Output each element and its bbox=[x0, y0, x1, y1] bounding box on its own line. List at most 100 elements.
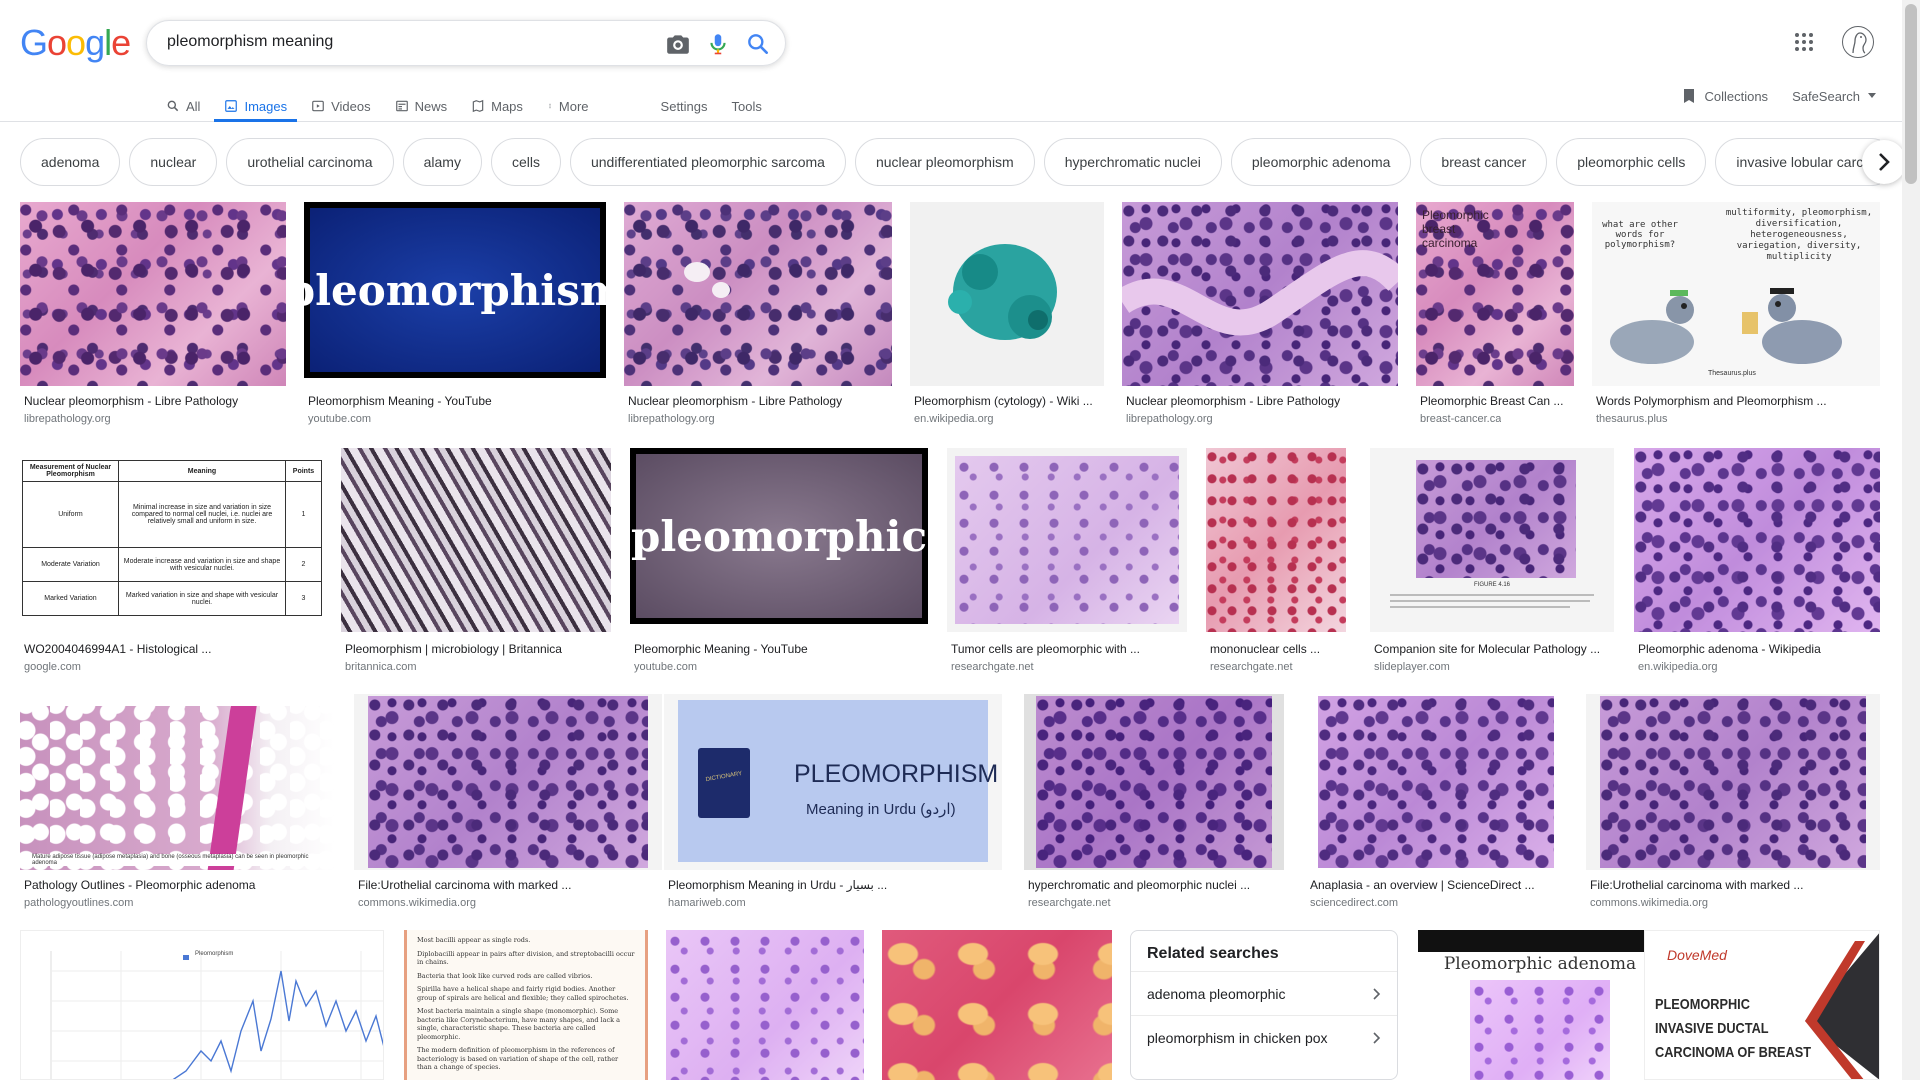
image-result[interactable]: hyperchromatic and pleomorphic nuclei ..… bbox=[1024, 694, 1284, 914]
chip[interactable]: nuclear bbox=[129, 138, 218, 186]
table-cell: 1 bbox=[285, 481, 322, 548]
image-result[interactable]: Pleomorphic breast carcinoma Pleomorphic… bbox=[1416, 202, 1574, 428]
result-title: Nuclear pleomorphism - Libre Pathology bbox=[1126, 394, 1341, 408]
result-title: File:Urothelial carcinoma with marked ..… bbox=[358, 878, 572, 892]
result-thumbnail bbox=[624, 202, 892, 386]
thumb-small-text: Meaning in Urdu (اردو) bbox=[806, 801, 956, 818]
account-avatar[interactable] bbox=[1842, 26, 1874, 58]
safesearch-button[interactable]: SafeSearch bbox=[1792, 89, 1876, 104]
thumb-paragraph: Most bacteria maintain a single shape (m… bbox=[417, 1007, 621, 1041]
image-result[interactable]: File:Urothelial carcinoma with marked ..… bbox=[354, 694, 662, 914]
image-result[interactable]: Nuclear pleomorphism - Libre Pathology l… bbox=[624, 202, 892, 428]
image-result[interactable]: Pleomorphism (cytology) - Wiki ... en.wi… bbox=[910, 202, 1104, 428]
chip[interactable]: pleomorphic adenoma bbox=[1230, 138, 1412, 186]
search-box bbox=[146, 20, 786, 66]
dovemed-graphic bbox=[1805, 933, 1879, 1079]
settings-label: Settings bbox=[660, 98, 708, 114]
image-result[interactable]: FIGURE 4.16 Companion site for Molecular… bbox=[1370, 448, 1614, 676]
image-result[interactable]: DICTIONARY PLEOMORPHISM Meaning in Urdu … bbox=[664, 694, 1002, 914]
chip[interactable]: pleomorphic cells bbox=[1556, 138, 1707, 186]
chip[interactable]: adenoma bbox=[20, 138, 121, 186]
tab-more[interactable]: More bbox=[547, 86, 589, 122]
chips-next-button[interactable] bbox=[1862, 140, 1906, 184]
image-result[interactable]: Pleomorphism | microbiology | Britannica… bbox=[341, 448, 611, 676]
result-source: hamariweb.com bbox=[668, 897, 746, 909]
page-scrollbar[interactable] bbox=[1902, 0, 1920, 1080]
tab-news[interactable]: News bbox=[395, 86, 447, 122]
image-result[interactable]: Tumor cells are pleomorphic with ... res… bbox=[947, 448, 1187, 676]
image-result[interactable]: Anaplasia - an overview | ScienceDirect … bbox=[1306, 694, 1566, 914]
table-cell: 2 bbox=[285, 547, 322, 582]
result-title: mononuclear cells ... bbox=[1210, 642, 1321, 656]
result-source: commons.wikimedia.org bbox=[358, 897, 476, 909]
tab-images[interactable]: Images bbox=[214, 86, 297, 122]
book-icon: DICTIONARY bbox=[698, 748, 750, 818]
collections-button[interactable]: Collections bbox=[1682, 88, 1768, 104]
image-result[interactable]: Nuclear pleomorphism - Libre Pathology l… bbox=[1122, 202, 1398, 428]
result-source: youtube.com bbox=[634, 661, 697, 673]
news-icon bbox=[395, 100, 408, 112]
tab-maps[interactable]: Maps bbox=[471, 86, 523, 122]
more-vert-icon bbox=[549, 103, 551, 109]
mic-icon[interactable] bbox=[705, 31, 731, 57]
image-result[interactable]: Mature adipose tissue (adipose metaplasi… bbox=[20, 694, 334, 914]
table-cell: Moderate Variation bbox=[22, 547, 119, 582]
related-search-label: pleomorphism in chicken pox bbox=[1147, 1029, 1328, 1046]
result-title: Pleomorphism Meaning in Urdu - بسیار ... bbox=[668, 878, 888, 892]
image-result[interactable]: Pleomorphic adenoma bbox=[1418, 930, 1662, 1080]
image-result[interactable] bbox=[666, 930, 864, 1080]
image-result[interactable]: pleomorphism Pleomorphism Meaning - YouT… bbox=[304, 202, 606, 428]
tab-label: All bbox=[186, 98, 201, 114]
image-result[interactable]: File:Urothelial carcinoma with marked ..… bbox=[1586, 694, 1880, 914]
image-result[interactable]: mononuclear cells ... researchgate.net bbox=[1206, 448, 1346, 676]
result-thumbnail bbox=[1586, 694, 1880, 870]
chip[interactable]: hyperchromatic nuclei bbox=[1043, 138, 1222, 186]
image-result[interactable]: DoveMed PLEOMORPHIC INVASIVE DUCTAL CARC… bbox=[1644, 930, 1880, 1080]
tab-videos[interactable]: Videos bbox=[311, 86, 371, 122]
result-thumbnail bbox=[1122, 202, 1398, 386]
result-title: Companion site for Molecular Pathology .… bbox=[1374, 642, 1601, 656]
thumb-inset bbox=[1470, 980, 1610, 1080]
scrollbar-thumb[interactable] bbox=[1905, 4, 1917, 184]
result-source: en.wikipedia.org bbox=[914, 413, 994, 425]
chip[interactable]: invasive lobular carcin bbox=[1715, 138, 1880, 186]
result-title: Pleomorphism (cytology) - Wiki ... bbox=[914, 394, 1093, 408]
tab-all[interactable]: All bbox=[166, 86, 200, 122]
thumb-text: Pleomorphic adenoma bbox=[1443, 954, 1637, 974]
related-search-item[interactable]: adenoma pleomorphic bbox=[1131, 971, 1397, 1015]
tab-settings[interactable]: Settings bbox=[661, 86, 708, 122]
camera-icon[interactable] bbox=[665, 31, 691, 57]
image-result[interactable]: Most bacilli appear as single rods. Dipl… bbox=[404, 930, 648, 1080]
result-source: librepathology.org bbox=[24, 413, 111, 425]
image-result[interactable]: pleomorphic Pleomorphic Meaning - YouTub… bbox=[630, 448, 928, 676]
apps-grid-icon[interactable] bbox=[1794, 32, 1814, 52]
result-title: Pathology Outlines - Pleomorphic adenoma bbox=[24, 878, 256, 892]
result-source: librepathology.org bbox=[1126, 413, 1213, 425]
result-thumbnail bbox=[910, 202, 1104, 386]
search-input[interactable] bbox=[167, 33, 647, 51]
result-thumbnail: Measurement of Nuclear Pleomorphism Mean… bbox=[20, 448, 326, 632]
image-result[interactable]: Measurement of Nuclear Pleomorphism Mean… bbox=[20, 448, 326, 676]
result-thumbnail: Pleomorphic breast carcinoma bbox=[1416, 202, 1574, 386]
chip[interactable]: cells bbox=[490, 138, 561, 186]
result-title: WO2004046994A1 - Histological ... bbox=[24, 642, 212, 656]
image-result[interactable]: what are other words for polymorphism? m… bbox=[1592, 202, 1880, 428]
image-result[interactable]: Pleomorphic adenoma - Wikipedia en.wikip… bbox=[1634, 448, 1880, 676]
thumb-inset bbox=[1416, 460, 1576, 578]
chip[interactable]: urothelial carcinoma bbox=[226, 138, 394, 186]
tab-label: More bbox=[558, 98, 589, 114]
search-icon[interactable] bbox=[745, 31, 771, 57]
chip[interactable]: undifferentiated pleomorphic sarcoma bbox=[569, 138, 846, 186]
google-logo[interactable]: Google bbox=[20, 22, 131, 64]
chip[interactable]: nuclear pleomorphism bbox=[854, 138, 1035, 186]
image-result[interactable]: Nuclear pleomorphism - Libre Pathology l… bbox=[20, 202, 286, 428]
result-thumbnail: FIGURE 4.16 bbox=[1370, 448, 1614, 632]
result-source: commons.wikimedia.org bbox=[1590, 897, 1708, 909]
tab-tools[interactable]: Tools bbox=[732, 86, 762, 122]
chip[interactable]: breast cancer bbox=[1420, 138, 1548, 186]
chip[interactable]: alamy bbox=[402, 138, 482, 186]
image-result[interactable] bbox=[882, 930, 1112, 1080]
image-result[interactable]: Pleomorphism bbox=[20, 930, 384, 1080]
related-search-item[interactable]: pleomorphism in chicken pox bbox=[1131, 1015, 1397, 1059]
result-thumbnail bbox=[1206, 448, 1346, 632]
